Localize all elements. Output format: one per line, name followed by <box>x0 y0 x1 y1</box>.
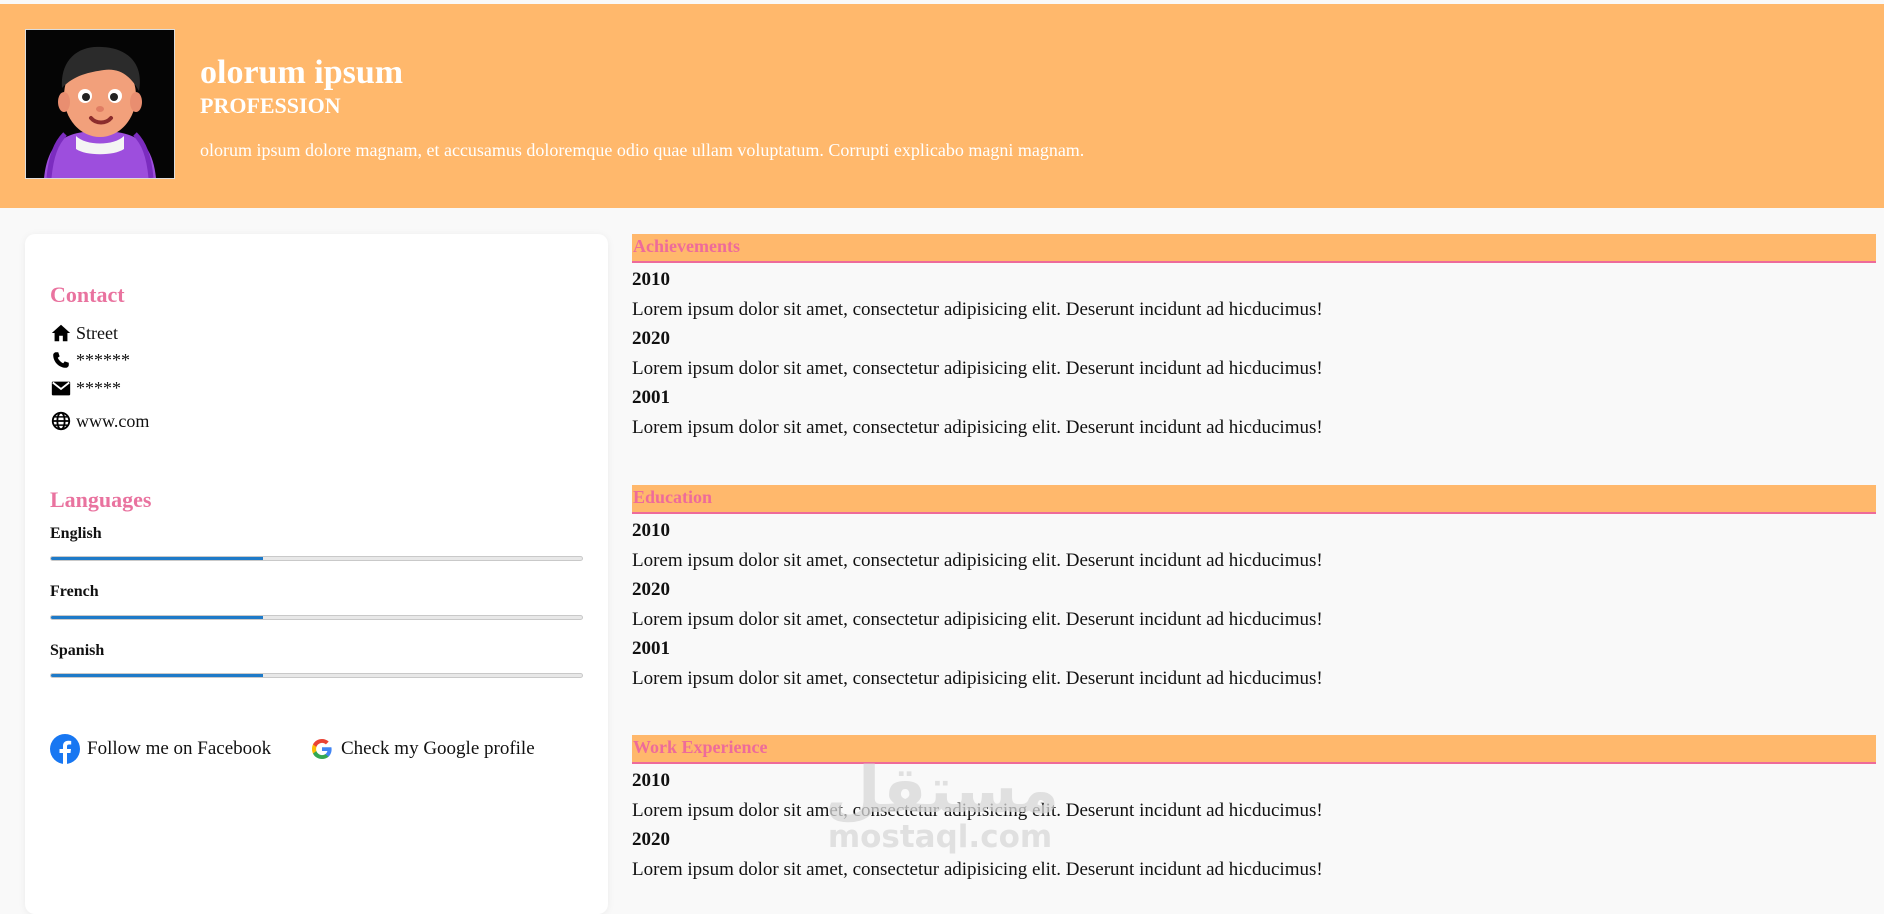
work-experience-section: Work Experience 2010 Lorem ipsum dolor s… <box>632 735 1876 882</box>
contact-phone-text: ****** <box>76 349 130 370</box>
entry-year: 2020 <box>632 328 670 349</box>
education-entry: 2020 Lorem ipsum dolor sit amet, consect… <box>632 578 1876 632</box>
entry-year: 2020 <box>632 829 670 850</box>
avatar <box>25 29 175 179</box>
facebook-icon <box>50 734 80 764</box>
envelope-icon <box>51 381 71 396</box>
contact-row-phone: ****** <box>50 348 130 372</box>
google-profile-link[interactable]: Check my Google profile <box>310 734 535 764</box>
profession-title: PROFESSION <box>200 93 341 118</box>
achievement-entry: 2020 Lorem ipsum dolor sit amet, consect… <box>632 327 1876 381</box>
contact-address-text: Street <box>76 322 118 343</box>
globe-icon <box>51 411 71 431</box>
work-entry: 2010 Lorem ipsum dolor sit amet, consect… <box>632 769 1876 823</box>
entry-year: 2010 <box>632 269 670 290</box>
entry-description: Lorem ipsum dolor sit amet, consectetur … <box>632 668 1323 689</box>
language-french-label: French <box>50 583 99 600</box>
contact-row-website: www.com <box>50 409 149 433</box>
language-english-label: English <box>50 525 102 542</box>
language-english-fill <box>51 557 264 560</box>
facebook-link-label: Follow me on Facebook <box>87 738 272 759</box>
entry-description: Lorem ipsum dolor sit amet, consectetur … <box>632 299 1323 320</box>
sidebar: Contact Street ****** ***** www.com Lang… <box>25 234 608 914</box>
education-entry: 2010 Lorem ipsum dolor sit amet, consect… <box>632 519 1876 573</box>
contact-title: Contact <box>50 282 125 307</box>
contact-website-text: www.com <box>76 410 150 431</box>
language-french-progress <box>50 615 583 620</box>
education-section: Education 2010 Lorem ipsum dolor sit ame… <box>632 485 1876 691</box>
language-spanish-progress <box>50 673 583 678</box>
phone-icon <box>53 352 69 368</box>
contact-email-text: ***** <box>76 377 121 398</box>
contact-row-address: Street <box>50 321 118 345</box>
languages-title: Languages <box>50 487 152 512</box>
education-entry: 2001 Lorem ipsum dolor sit amet, consect… <box>632 637 1876 691</box>
entry-description: Lorem ipsum dolor sit amet, consectetur … <box>632 550 1323 571</box>
language-english-progress <box>50 556 583 561</box>
profile-summary: olorum ipsum dolore magnam, et accusamus… <box>200 140 1085 160</box>
achievement-entry: 2010 Lorem ipsum dolor sit amet, consect… <box>632 268 1876 322</box>
google-icon <box>312 739 332 759</box>
google-profile-link-label: Check my Google profile <box>341 738 535 759</box>
entry-year: 2020 <box>632 579 670 600</box>
entry-year: 2010 <box>632 520 670 541</box>
entry-description: Lorem ipsum dolor sit amet, consectetur … <box>632 800 1323 821</box>
language-french-fill <box>51 616 264 619</box>
entry-description: Lorem ipsum dolor sit amet, consectetur … <box>632 417 1323 438</box>
profile-header: olorum ipsum PROFESSION olorum ipsum dol… <box>0 4 1884 208</box>
achievement-entry: 2001 Lorem ipsum dolor sit amet, consect… <box>632 386 1876 440</box>
entry-description: Lorem ipsum dolor sit amet, consectetur … <box>632 859 1323 880</box>
entry-year: 2010 <box>632 770 670 791</box>
profile-name: olorum ipsum <box>200 54 404 91</box>
entry-description: Lorem ipsum dolor sit amet, consectetur … <box>632 609 1323 630</box>
achievements-heading: Achievements <box>632 234 1876 263</box>
work-experience-heading: Work Experience <box>632 735 1876 764</box>
entry-year: 2001 <box>632 387 670 408</box>
contact-row-email: ***** <box>50 376 121 400</box>
home-icon <box>51 324 71 342</box>
language-spanish-fill <box>51 674 264 677</box>
achievements-section: Achievements 2010 Lorem ipsum dolor sit … <box>632 234 1876 440</box>
entry-description: Lorem ipsum dolor sit amet, consectetur … <box>632 358 1323 379</box>
entry-year: 2001 <box>632 638 670 659</box>
education-heading: Education <box>632 485 1876 514</box>
language-spanish-label: Spanish <box>50 642 105 659</box>
facebook-link[interactable]: Follow me on Facebook <box>50 734 271 764</box>
work-entry: 2020 Lorem ipsum dolor sit amet, consect… <box>632 828 1876 882</box>
